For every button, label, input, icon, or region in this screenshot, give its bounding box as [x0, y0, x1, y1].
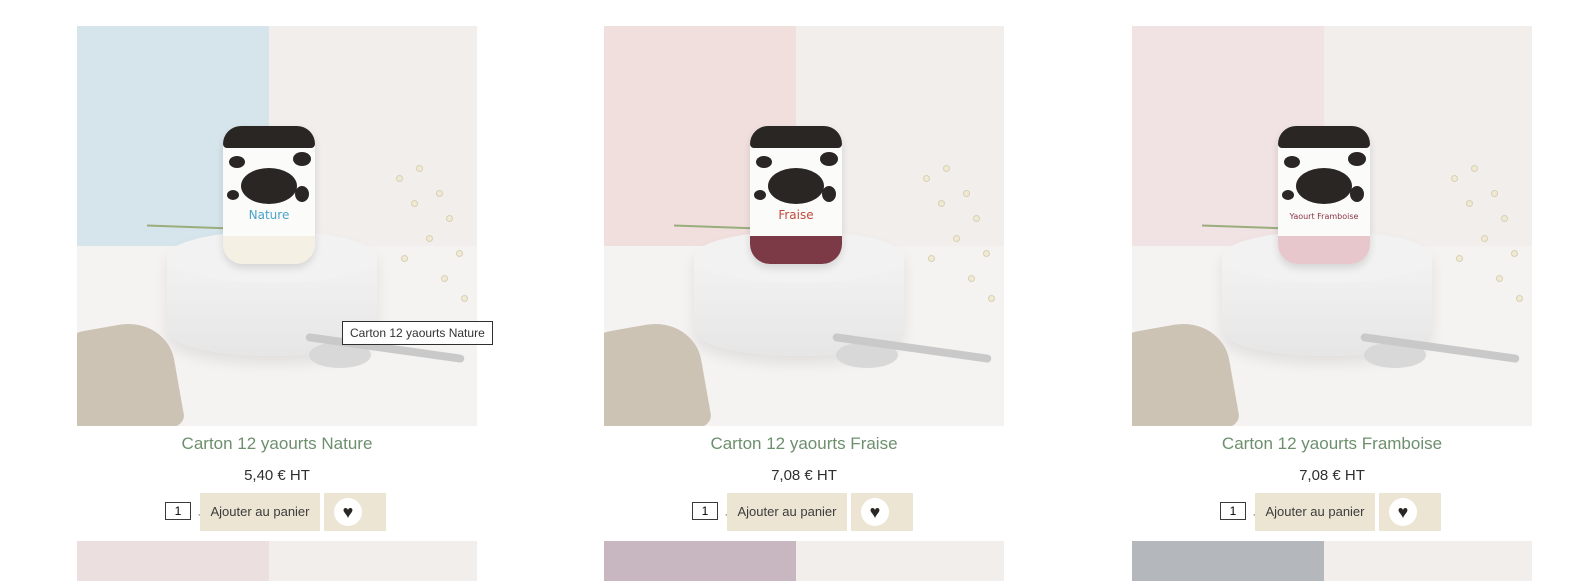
- quantity-input[interactable]: [165, 502, 191, 520]
- next-image-backdrop: [77, 541, 269, 581]
- next-product-image[interactable]: [604, 541, 1004, 581]
- product-card: Nature Carton 12 yaourts Nature 5,40 € H…: [77, 26, 477, 531]
- product-card: Fraise Carton 12 yaourts Fraise 7,08 € H…: [604, 26, 1004, 531]
- yogurt-jar: Nature: [223, 126, 315, 264]
- next-product-image[interactable]: [77, 541, 477, 581]
- product-price: 7,08 € HT: [771, 467, 837, 484]
- yogurt-jar: Fraise: [750, 126, 842, 264]
- jar-flavor-label: Fraise: [778, 208, 814, 222]
- product-actions: + Ajouter au panier ♥: [77, 493, 477, 531]
- wishlist-button[interactable]: ♥: [324, 493, 386, 531]
- wishlist-button[interactable]: ♥: [1379, 493, 1441, 531]
- yogurt-fill: [223, 236, 315, 264]
- heart-icon: ♥: [861, 498, 889, 526]
- product-image[interactable]: Nature: [77, 26, 477, 426]
- product-price: 5,40 € HT: [244, 467, 310, 484]
- product-image[interactable]: Yaourt Framboise: [1132, 26, 1532, 426]
- add-to-cart-button[interactable]: Ajouter au panier: [1255, 493, 1375, 531]
- jar-flavor-label: Nature: [248, 208, 290, 222]
- next-image-backdrop: [604, 541, 796, 581]
- yogurt-fill: [750, 236, 842, 264]
- flower-sprig: [357, 156, 477, 336]
- product-tooltip: Carton 12 yaourts Nature: [342, 321, 493, 345]
- heart-icon: ♥: [334, 498, 362, 526]
- product-title-link[interactable]: Carton 12 yaourts Fraise: [604, 432, 1004, 456]
- heart-icon: ♥: [1389, 498, 1417, 526]
- jar-flavor-label: Yaourt Framboise: [1289, 212, 1359, 221]
- flower-sprig: [1412, 156, 1532, 336]
- product-price: 7,08 € HT: [1299, 467, 1365, 484]
- product-image[interactable]: Fraise: [604, 26, 1004, 426]
- yogurt-jar: Yaourt Framboise: [1278, 126, 1370, 264]
- wishlist-button[interactable]: ♥: [851, 493, 913, 531]
- yogurt-fill: [1278, 236, 1370, 264]
- quantity-input[interactable]: [692, 502, 718, 520]
- add-to-cart-button[interactable]: Ajouter au panier: [727, 493, 847, 531]
- next-image-backdrop: [1132, 541, 1324, 581]
- product-actions: + Ajouter au panier ♥: [604, 493, 1004, 531]
- product-title-link[interactable]: Carton 12 yaourts Framboise: [1132, 432, 1532, 456]
- product-actions: + Ajouter au panier ♥: [1132, 493, 1532, 531]
- flower-sprig: [884, 156, 1004, 336]
- quantity-input[interactable]: [1220, 502, 1246, 520]
- product-card: Yaourt Framboise Carton 12 yaourts Framb…: [1132, 26, 1532, 531]
- add-to-cart-button[interactable]: Ajouter au panier: [200, 493, 320, 531]
- product-title-link[interactable]: Carton 12 yaourts Nature: [77, 432, 477, 456]
- next-product-image[interactable]: [1132, 541, 1532, 581]
